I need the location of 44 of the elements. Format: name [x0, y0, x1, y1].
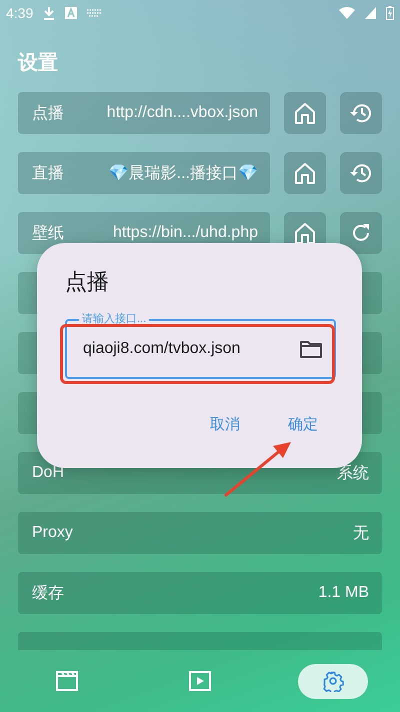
settings-row[interactable]: 缓存 1.1 MB	[18, 572, 382, 614]
signal-icon	[365, 6, 376, 18]
app-icon	[65, 6, 78, 18]
source-value: http://cdn....vbox.json	[106, 104, 258, 122]
source-label: 直播	[32, 164, 64, 184]
battery-icon	[386, 6, 394, 20]
clapperboard-icon	[54, 670, 79, 692]
source-label: 壁纸	[32, 224, 64, 244]
history-icon	[349, 162, 373, 184]
setting-label: 缓存	[32, 584, 64, 604]
history-button[interactable]	[340, 92, 382, 134]
keyboard-icon	[87, 8, 102, 16]
setting-label: DoH	[32, 464, 64, 482]
play-icon	[188, 670, 212, 692]
dialog-title: 点播	[65, 268, 110, 296]
source-value: https://bin.../uhd.php	[113, 224, 258, 242]
refresh-icon	[350, 222, 372, 244]
home-button[interactable]	[284, 92, 326, 134]
dialog-button[interactable]: 确定	[288, 413, 318, 436]
field-value: qiaoji8.com/tvbox.json	[83, 340, 242, 358]
source-label: 点播	[32, 104, 64, 124]
source-value: 💎晨瑞影...播接口💎	[108, 164, 258, 184]
refresh-button[interactable]	[340, 212, 382, 254]
setting-label: Proxy	[32, 524, 73, 542]
setting-value: 无	[353, 524, 369, 544]
settings-row[interactable]: Proxy 无	[18, 512, 382, 554]
status-time: 4:39	[6, 4, 34, 20]
source-field[interactable]: 点播 http://cdn....vbox.json	[18, 92, 270, 134]
home-button[interactable]	[284, 152, 326, 194]
setting-value: 1.1 MB	[318, 584, 369, 602]
dialog-button[interactable]: 取消	[210, 413, 240, 436]
download-icon	[43, 6, 56, 20]
wifi-icon	[339, 6, 355, 19]
home-icon	[294, 221, 316, 245]
home-icon	[294, 101, 316, 125]
source-field[interactable]: 直播 💎晨瑞影...播接口💎	[18, 152, 270, 194]
history-button[interactable]	[340, 152, 382, 194]
page-title: 设置	[16, 51, 59, 76]
nav-tab[interactable]	[298, 664, 368, 698]
settings-icon	[322, 670, 344, 692]
annotation-arrow	[224, 442, 291, 496]
home-icon	[294, 161, 316, 185]
history-icon	[349, 102, 373, 124]
folder-icon[interactable]	[300, 340, 322, 358]
